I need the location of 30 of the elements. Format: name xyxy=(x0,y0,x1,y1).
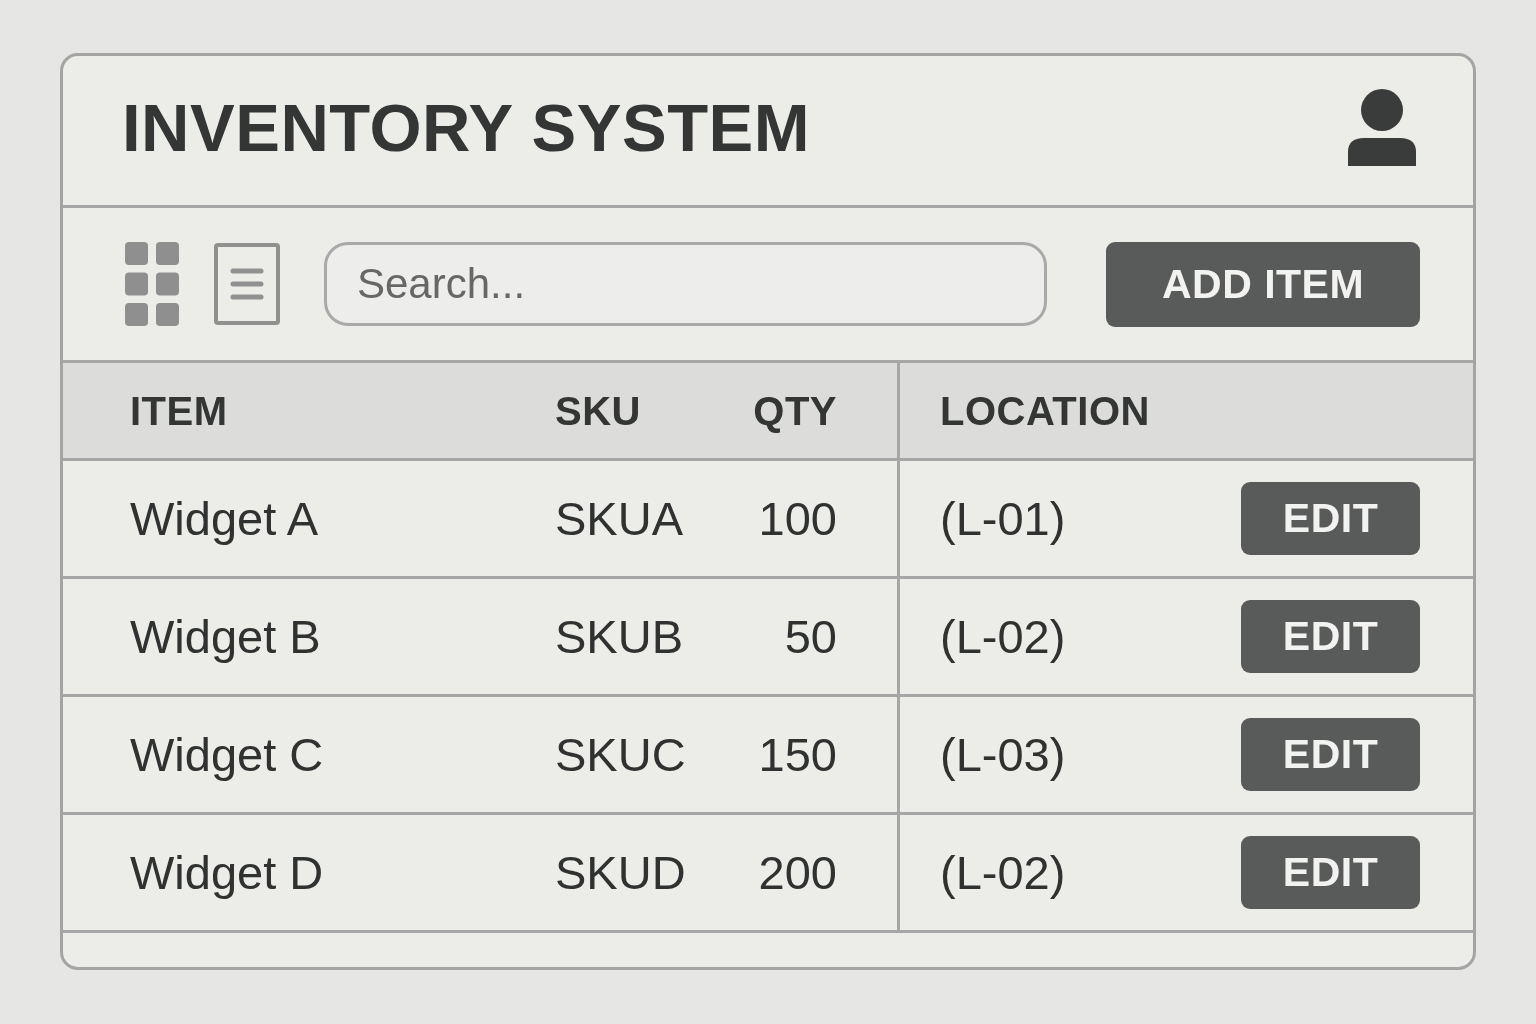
app-title: INVENTORY SYSTEM xyxy=(122,94,811,161)
sku-code: SKUA xyxy=(555,492,683,545)
quantity: 50 xyxy=(784,610,837,663)
edit-button[interactable]: EDIT xyxy=(1241,600,1420,673)
location-code: (L-02) xyxy=(940,610,1066,663)
sku-code: SKUD xyxy=(555,846,686,899)
column-header: ITEM xyxy=(130,388,228,433)
column-header: LOCATION xyxy=(940,388,1150,433)
item-name: Widget B xyxy=(130,610,321,663)
grid-icon[interactable] xyxy=(125,242,179,326)
location-code: (L-01) xyxy=(940,492,1066,545)
sku-code: SKUB xyxy=(555,610,683,663)
column-header: SKU xyxy=(555,388,641,433)
search-field[interactable]: Search... xyxy=(324,242,1047,326)
quantity: 200 xyxy=(758,846,837,899)
item-name: Widget C xyxy=(130,728,324,781)
edit-button[interactable]: EDIT xyxy=(1241,836,1420,909)
user-icon[interactable] xyxy=(1348,89,1416,166)
location-code: (L-03) xyxy=(940,728,1066,781)
column-header: QTY xyxy=(753,388,837,433)
add-item-button[interactable]: ADD ITEM xyxy=(1106,241,1420,327)
quantity: 150 xyxy=(758,728,837,781)
edit-button[interactable]: EDIT xyxy=(1241,718,1420,791)
item-name: Widget D xyxy=(130,846,324,899)
document-icon[interactable] xyxy=(214,243,280,325)
sku-code: SKUC xyxy=(555,728,686,781)
quantity: 100 xyxy=(758,492,837,545)
edit-button[interactable]: EDIT xyxy=(1241,482,1420,555)
item-name: Widget A xyxy=(130,492,319,545)
location-code: (L-02) xyxy=(940,846,1066,899)
